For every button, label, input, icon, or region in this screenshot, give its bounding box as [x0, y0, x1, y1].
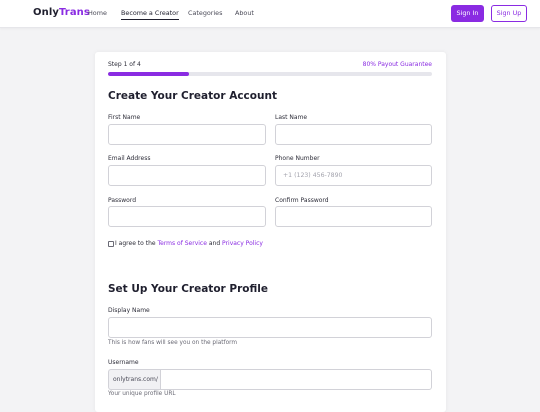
- nav-link-become-creator[interactable]: Become a Creator: [121, 9, 179, 20]
- display-name-label: Display Name: [108, 307, 150, 314]
- phone-label: Phone Number: [275, 155, 320, 162]
- email-label: Email Address: [108, 155, 151, 162]
- confirm-password-input[interactable]: [275, 206, 432, 227]
- terms-checkbox[interactable]: [108, 241, 114, 247]
- profile-section-title: Set Up Your Creator Profile: [108, 283, 268, 295]
- terms-of-service-link[interactable]: Terms of Service: [157, 240, 206, 247]
- terms-prefix: I agree to the: [115, 240, 158, 247]
- first-name-input[interactable]: [108, 124, 266, 145]
- brand-part-1: Only: [33, 7, 59, 18]
- confirm-password-label: Confirm Password: [275, 197, 329, 204]
- username-input[interactable]: [160, 369, 432, 390]
- account-section-title: Create Your Creator Account: [108, 90, 277, 102]
- last-name-input[interactable]: [275, 124, 432, 145]
- payout-guarantee: 80% Payout Guarantee: [362, 61, 432, 68]
- sign-in-button[interactable]: Sign In: [451, 5, 484, 22]
- progress-bar: [108, 72, 432, 76]
- display-name-hint: This is how fans will see you on the pla…: [108, 340, 238, 346]
- nav-link-categories[interactable]: Categories: [188, 9, 222, 17]
- nav-link-home[interactable]: Home: [88, 9, 107, 17]
- last-name-label: Last Name: [275, 114, 308, 121]
- display-name-input[interactable]: [108, 317, 432, 338]
- password-label: Password: [108, 197, 137, 204]
- terms-text: I agree to the Terms of Service and Priv…: [115, 240, 263, 247]
- phone-input[interactable]: [275, 165, 432, 186]
- password-input[interactable]: [108, 206, 266, 227]
- first-name-label: First Name: [108, 114, 141, 121]
- privacy-policy-link[interactable]: Privacy Policy: [222, 240, 263, 247]
- sign-up-button[interactable]: Sign Up: [491, 5, 527, 22]
- username-hint: Your unique profile URL: [108, 391, 176, 397]
- email-input[interactable]: [108, 165, 266, 186]
- step-indicator: Step 1 of 4: [108, 61, 141, 68]
- terms-and: and: [206, 240, 223, 247]
- brand-logo[interactable]: OnlyTrans: [33, 7, 90, 18]
- username-prefix: onlytrans.com/: [108, 369, 161, 390]
- top-navbar: OnlyTrans Home Become a Creator Categori…: [0, 0, 540, 28]
- username-label: Username: [108, 359, 139, 366]
- brand-part-2: Trans: [58, 7, 90, 18]
- signup-card: Step 1 of 4 80% Payout Guarantee Create …: [95, 52, 446, 412]
- nav-link-about[interactable]: About: [235, 9, 254, 17]
- progress-bar-fill: [108, 72, 189, 76]
